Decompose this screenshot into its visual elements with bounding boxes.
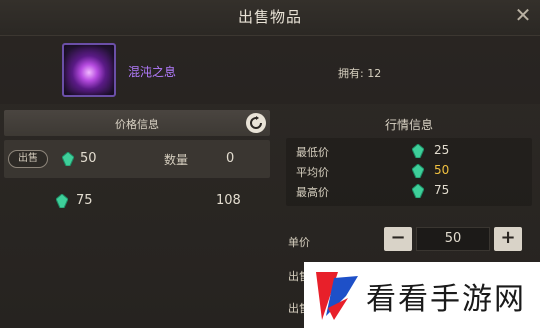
owned-count: 拥有: 12 bbox=[338, 67, 382, 80]
gem-icon bbox=[412, 184, 424, 198]
max-price-label: 最高价 bbox=[296, 186, 329, 199]
price-row[interactable]: 75 108 bbox=[4, 182, 270, 220]
close-icon[interactable]: ✕ bbox=[512, 4, 534, 26]
gem-icon bbox=[56, 194, 68, 208]
price-row[interactable]: 出售 50 数量 0 bbox=[4, 140, 270, 178]
watermark-logo-icon bbox=[316, 272, 358, 320]
increase-price-button[interactable]: + bbox=[494, 227, 522, 251]
price-value: 75 bbox=[76, 193, 93, 208]
price-info-title: 价格信息 bbox=[115, 118, 159, 131]
decrease-price-button[interactable]: − bbox=[384, 227, 412, 251]
item-name: 混沌之息 bbox=[128, 65, 177, 79]
quantity-value: 0 bbox=[226, 151, 235, 166]
title-bar: 出售物品 ✕ bbox=[0, 0, 540, 36]
price-info-header: 价格信息 bbox=[4, 110, 270, 136]
avg-price-label: 平均价 bbox=[296, 166, 329, 179]
market-stats: 最低价 25 平均价 50 最高价 75 bbox=[286, 138, 532, 206]
sell-item-window: 出售物品 ✕ 混沌之息 拥有: 12 价格信息 出售 50 数量 0 75 10… bbox=[0, 0, 540, 328]
refresh-icon bbox=[250, 116, 262, 129]
max-price-value: 75 bbox=[434, 183, 450, 197]
min-price-value: 25 bbox=[434, 143, 450, 157]
avg-price-value: 50 bbox=[434, 163, 450, 177]
item-info: 混沌之息 拥有: 12 bbox=[0, 36, 540, 104]
window-title: 出售物品 bbox=[237, 8, 302, 26]
sell-tag-button[interactable]: 出售 bbox=[8, 150, 48, 168]
price-info-panel: 价格信息 出售 50 数量 0 75 108 bbox=[4, 110, 270, 324]
unit-price-label: 单价 bbox=[288, 236, 310, 249]
gem-icon bbox=[412, 164, 424, 178]
watermark: 看看手游网 bbox=[304, 262, 540, 328]
gem-icon bbox=[62, 152, 74, 166]
quantity-label: 数量 bbox=[164, 153, 189, 167]
gem-icon bbox=[412, 144, 424, 158]
item-icon bbox=[62, 43, 116, 97]
quantity-value: 108 bbox=[216, 193, 241, 208]
min-price-label: 最低价 bbox=[296, 146, 329, 159]
refresh-button[interactable] bbox=[246, 113, 266, 133]
market-info-title: 行情信息 bbox=[384, 118, 433, 132]
unit-price-input[interactable]: 50 bbox=[416, 227, 490, 251]
watermark-text: 看看手游网 bbox=[366, 282, 526, 317]
price-value: 50 bbox=[80, 151, 97, 166]
